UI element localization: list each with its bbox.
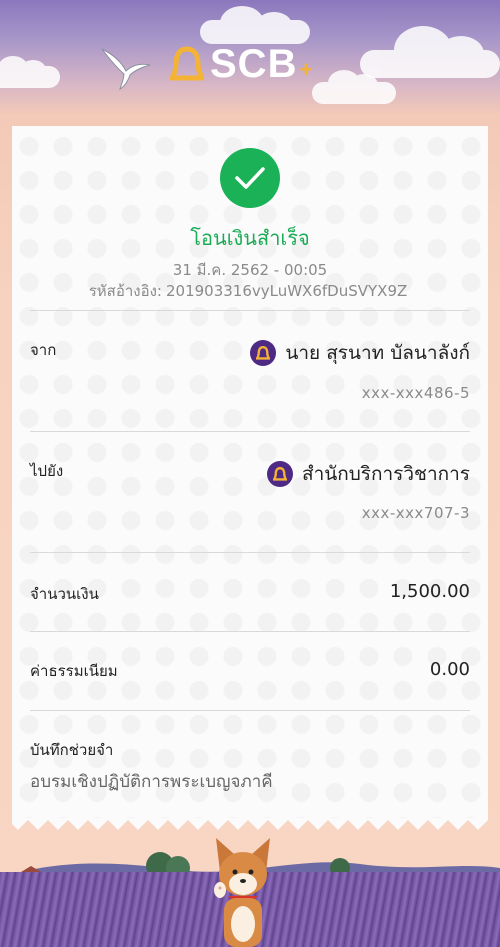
shiba-dog-illustration bbox=[214, 838, 270, 947]
reference-label: รหัสอ้างอิง: bbox=[88, 282, 162, 300]
memo-label: บันทึกช่วยจำ bbox=[30, 741, 114, 759]
scb-bank-icon bbox=[266, 461, 293, 487]
fee-label: ค่าธรรมเนียม bbox=[30, 662, 118, 680]
divider bbox=[30, 631, 470, 632]
receipt-torn-edge bbox=[12, 818, 488, 830]
bird-icon bbox=[101, 48, 151, 90]
success-check-icon bbox=[220, 148, 280, 208]
cloud-decoration bbox=[312, 70, 396, 104]
from-account-number: xxx-xxx486-5 bbox=[361, 384, 470, 402]
reference-code: 201903316vyLuWX6fDuSVYX9Z bbox=[165, 282, 408, 300]
divider bbox=[30, 552, 470, 553]
to-account-number: xxx-xxx707-3 bbox=[361, 504, 470, 522]
fee-value: 0.00 bbox=[429, 659, 470, 680]
from-label: จาก bbox=[30, 341, 57, 359]
memo-value: อบรมเชิงปฏิบัติการพระเบญจภาคี bbox=[30, 772, 273, 792]
scb-bank-icon bbox=[250, 340, 277, 366]
from-name: นาย สุรนาท บัลนาลังก์ bbox=[285, 342, 470, 364]
scb-bell-icon bbox=[170, 46, 204, 81]
divider bbox=[30, 431, 470, 432]
reference-line: รหัสอ้างอิง: 201903316vyLuWX6fDuSVYX9Z bbox=[12, 279, 488, 303]
brand-name: SCB bbox=[210, 41, 298, 86]
cloud-decoration bbox=[0, 56, 60, 88]
header-banner: SCB + bbox=[0, 0, 500, 125]
lavender-field-illustration bbox=[0, 832, 500, 947]
transfer-status: โอนเงินสำเร็จ bbox=[190, 226, 310, 250]
divider bbox=[30, 310, 470, 311]
scb-logo: SCB + bbox=[170, 42, 312, 86]
receipt-card: โอนเงินสำเร็จ 31 มี.ค. 2562 - 00:05 รหัส… bbox=[12, 126, 488, 818]
cloud-decoration bbox=[200, 6, 310, 44]
divider bbox=[30, 710, 470, 711]
to-name: สำนักบริการวิชาการ bbox=[301, 463, 470, 485]
to-account-holder: สำนักบริการวิชาการ bbox=[266, 459, 470, 489]
cloud-decoration bbox=[360, 26, 500, 78]
brand-plus: + bbox=[299, 57, 313, 82]
amount-value: 1,500.00 bbox=[389, 581, 470, 602]
amount-label: จำนวนเงิน bbox=[30, 585, 99, 603]
to-label: ไปยัง bbox=[30, 462, 64, 480]
from-account-holder: นาย สุรนาท บัลนาลังก์ bbox=[250, 338, 470, 368]
